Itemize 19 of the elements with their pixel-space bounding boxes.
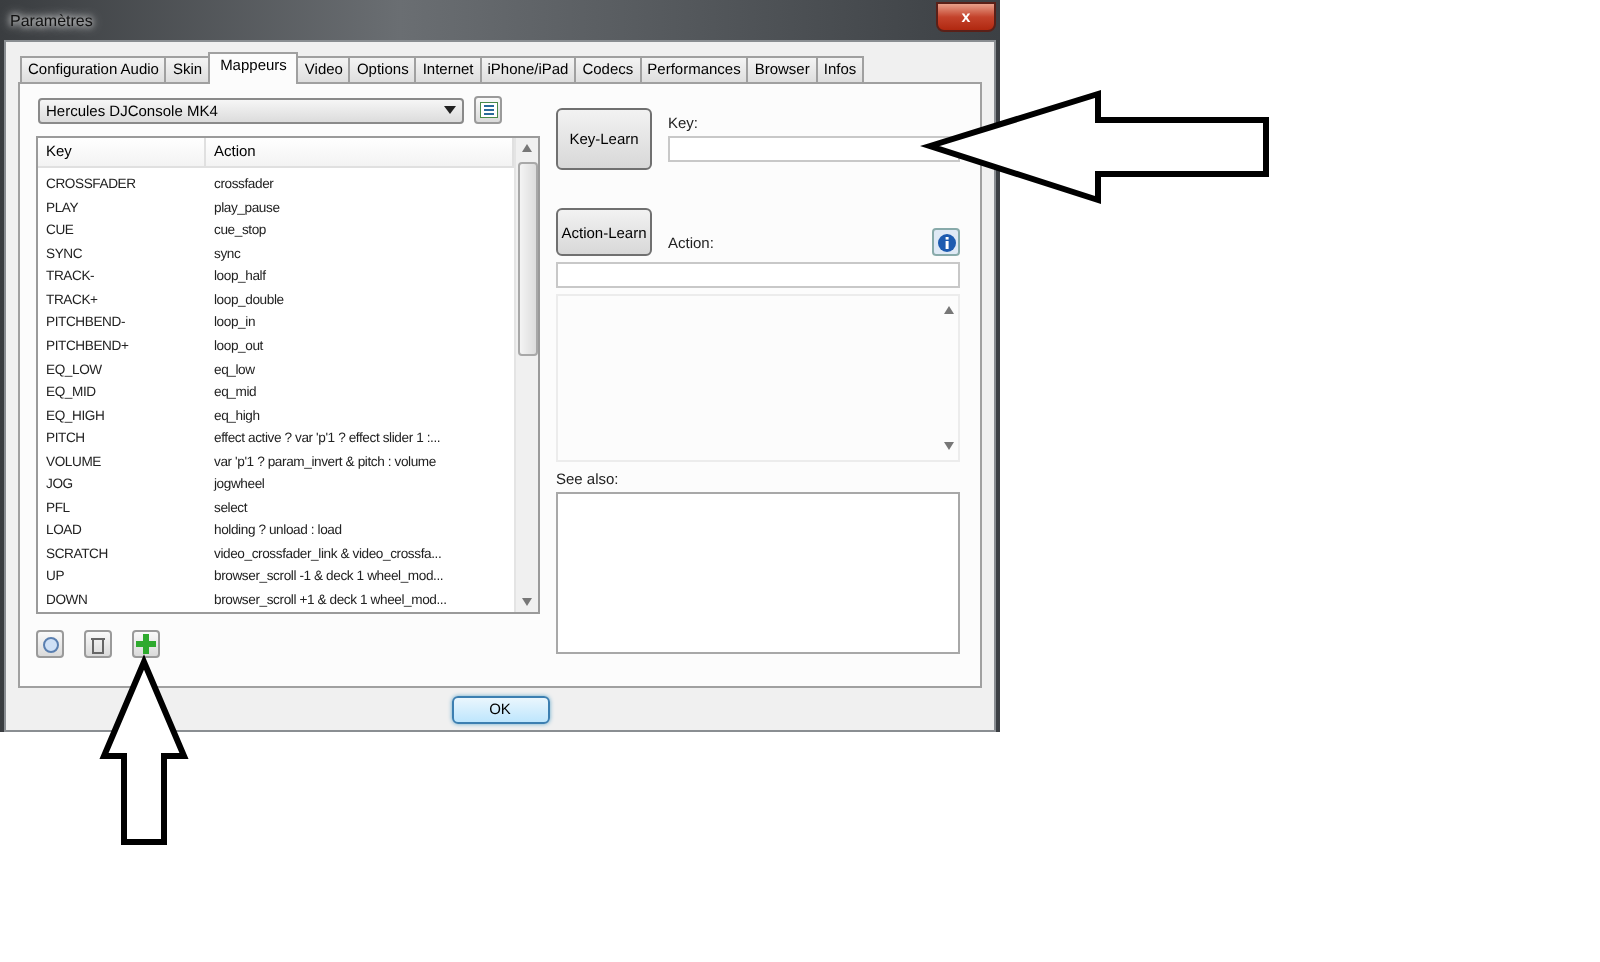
delete-button[interactable] — [84, 630, 112, 658]
dropdown-caret-icon — [444, 106, 456, 114]
add-button[interactable] — [132, 630, 160, 658]
close-button[interactable]: x — [936, 1, 996, 31]
refresh-button[interactable] — [36, 630, 64, 658]
scroll-down-icon[interactable] — [522, 598, 532, 606]
scroll-down-icon[interactable] — [943, 442, 953, 450]
action-field[interactable] — [556, 262, 960, 288]
trash-icon — [90, 635, 106, 653]
info-icon — [937, 233, 955, 251]
plus-icon — [136, 634, 156, 654]
list-view-button[interactable] — [474, 96, 502, 124]
scrollbar[interactable] — [514, 138, 538, 612]
scroll-up-icon[interactable] — [943, 306, 953, 314]
info-button[interactable] — [932, 228, 960, 256]
key-field[interactable] — [668, 136, 960, 162]
list-icon — [479, 102, 497, 118]
scroll-up-icon[interactable] — [522, 144, 532, 152]
window-title: Paramètres — [10, 11, 93, 29]
